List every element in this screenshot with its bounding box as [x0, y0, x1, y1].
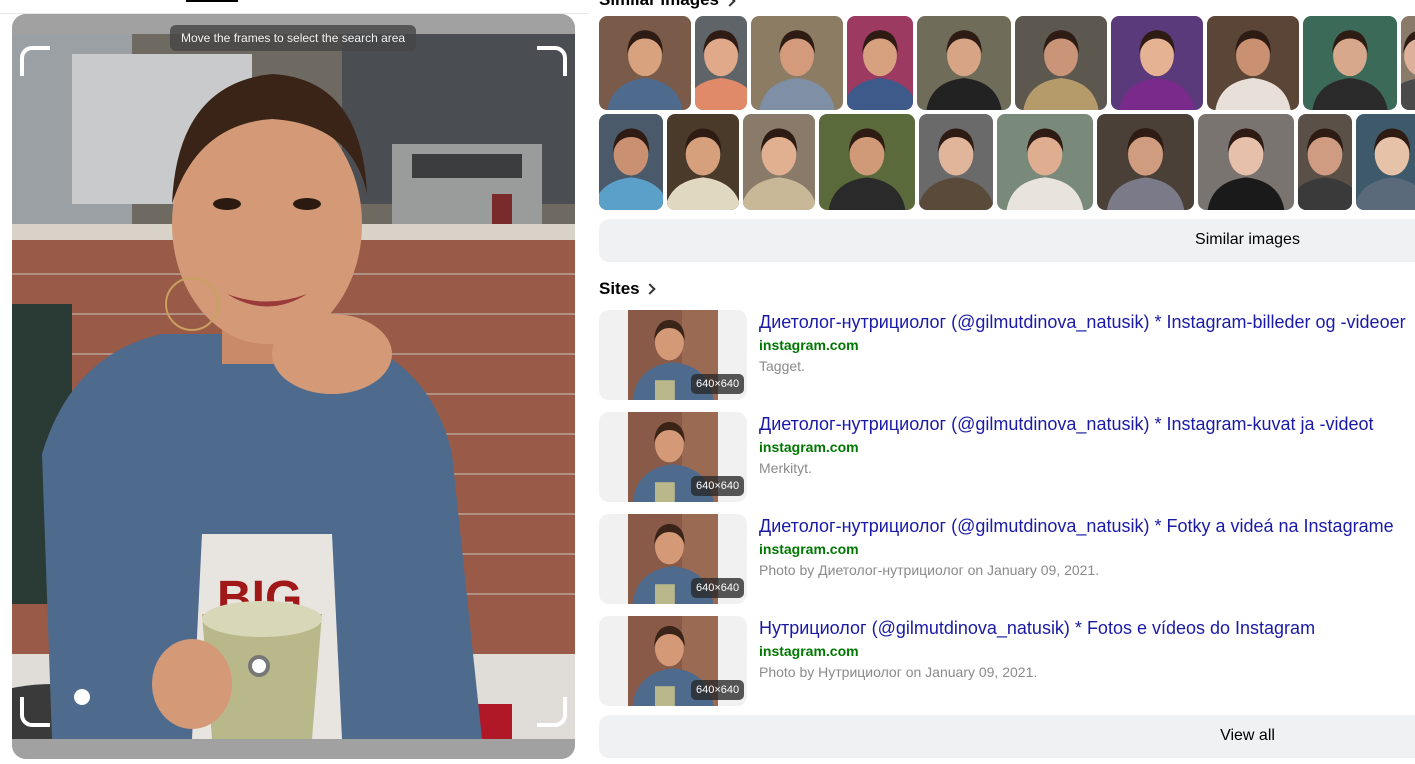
view-all-button-label: View all	[1220, 727, 1275, 744]
similar-images-button-label: Similar images	[1195, 231, 1300, 248]
similar-images-heading[interactable]: Similar images	[599, 0, 736, 10]
site-description: Photo by Диетолог-нутрициолог on January…	[759, 562, 1100, 578]
active-tab-indicator	[186, 0, 238, 2]
view-all-button[interactable]: View all	[599, 715, 1415, 758]
similar-image-thumbnail[interactable]	[599, 16, 691, 110]
similar-image-thumbnail[interactable]	[819, 114, 915, 210]
site-domain: instagram.com	[759, 643, 859, 659]
query-image-panel: BIG Move the frames to select the search…	[12, 14, 575, 759]
similar-image-thumbnail[interactable]	[1298, 114, 1352, 210]
site-title-link[interactable]: Диетолог-нутрициолог (@gilmutdinova_natu…	[759, 516, 1394, 537]
similar-image-thumbnail[interactable]	[599, 114, 663, 210]
similar-image-thumbnail[interactable]	[751, 16, 843, 110]
similar-image-thumbnail[interactable]	[1097, 114, 1194, 210]
site-description: Tagget.	[759, 358, 805, 374]
crop-hint: Move the frames to select the search are…	[170, 25, 417, 51]
chevron-right-icon	[724, 0, 736, 7]
site-result[interactable]: 640×640 Диетолог-нутрициолог (@gilmutdino…	[599, 310, 1415, 400]
results-panel: Similar images Similar images Sites 640×…	[588, 0, 1415, 764]
similar-image-thumbnail[interactable]	[1015, 16, 1107, 110]
image-size-badge: 640×640	[691, 476, 745, 496]
crop-corner-bottom-right[interactable]	[537, 697, 567, 727]
image-size-badge: 640×640	[691, 578, 745, 598]
similar-image-thumbnail[interactable]	[695, 16, 747, 110]
site-result[interactable]: 640×640 Диетолог-нутрициолог (@gilmutdino…	[599, 412, 1415, 502]
similar-image-thumbnail[interactable]	[997, 114, 1093, 210]
similar-images-button[interactable]: Similar images	[599, 219, 1415, 262]
similar-image-thumbnail[interactable]	[1401, 16, 1415, 110]
similar-images-row	[599, 16, 1415, 110]
similar-image-thumbnail[interactable]	[1198, 114, 1294, 210]
similar-image-thumbnail[interactable]	[847, 16, 913, 110]
site-domain: instagram.com	[759, 541, 859, 557]
similar-image-thumbnail[interactable]	[1111, 16, 1203, 110]
crop-corner-top-right[interactable]	[537, 46, 567, 76]
site-thumbnail[interactable]: 640×640	[599, 616, 747, 706]
site-domain: instagram.com	[759, 337, 859, 353]
site-title-link[interactable]: Нутрициолог (@gilmutdinova_natusik) * Fo…	[759, 618, 1315, 639]
query-photo: BIG	[12, 34, 575, 739]
site-description: Merkityt.	[759, 460, 812, 476]
site-domain: instagram.com	[759, 439, 859, 455]
object-marker-dot[interactable]	[248, 655, 270, 677]
site-thumbnail[interactable]: 640×640	[599, 310, 747, 400]
site-result[interactable]: 640×640 Диетолог-нутрициолог (@gilmutdino…	[599, 514, 1415, 604]
similar-image-thumbnail[interactable]	[917, 16, 1011, 110]
crop-dim-bottom	[12, 739, 575, 759]
similar-images-heading-label: Similar images	[599, 0, 719, 9]
similar-image-thumbnail[interactable]	[1207, 16, 1299, 110]
site-title-link[interactable]: Диетолог-нутрициолог (@gilmutdinova_natu…	[759, 414, 1374, 435]
crop-corner-bottom-left[interactable]	[20, 697, 50, 727]
similar-image-thumbnail[interactable]	[667, 114, 739, 210]
site-description: Photo by Нутрициолог on January 09, 2021…	[759, 664, 1038, 680]
image-size-badge: 640×640	[691, 680, 745, 700]
crop-corner-top-left[interactable]	[20, 46, 50, 76]
similar-images-row	[599, 114, 1415, 210]
sites-heading-label: Sites	[599, 279, 640, 298]
site-result[interactable]: 640×640 Нутрициолог (@gilmutdinova_natusi…	[599, 616, 1415, 706]
site-title-link[interactable]: Диетолог-нутрициолог (@gilmutdinova_natu…	[759, 312, 1406, 333]
chevron-right-icon	[643, 283, 656, 295]
similar-image-thumbnail[interactable]	[919, 114, 993, 210]
object-marker-dot[interactable]	[74, 689, 90, 705]
top-strip	[0, 0, 588, 14]
site-thumbnail[interactable]: 640×640	[599, 514, 747, 604]
similar-image-thumbnail[interactable]	[1356, 114, 1415, 210]
site-thumbnail[interactable]: 640×640	[599, 412, 747, 502]
similar-image-thumbnail[interactable]	[743, 114, 815, 210]
similar-image-thumbnail[interactable]	[1303, 16, 1397, 110]
sites-heading[interactable]: Sites	[599, 279, 656, 299]
image-size-badge: 640×640	[691, 374, 745, 394]
